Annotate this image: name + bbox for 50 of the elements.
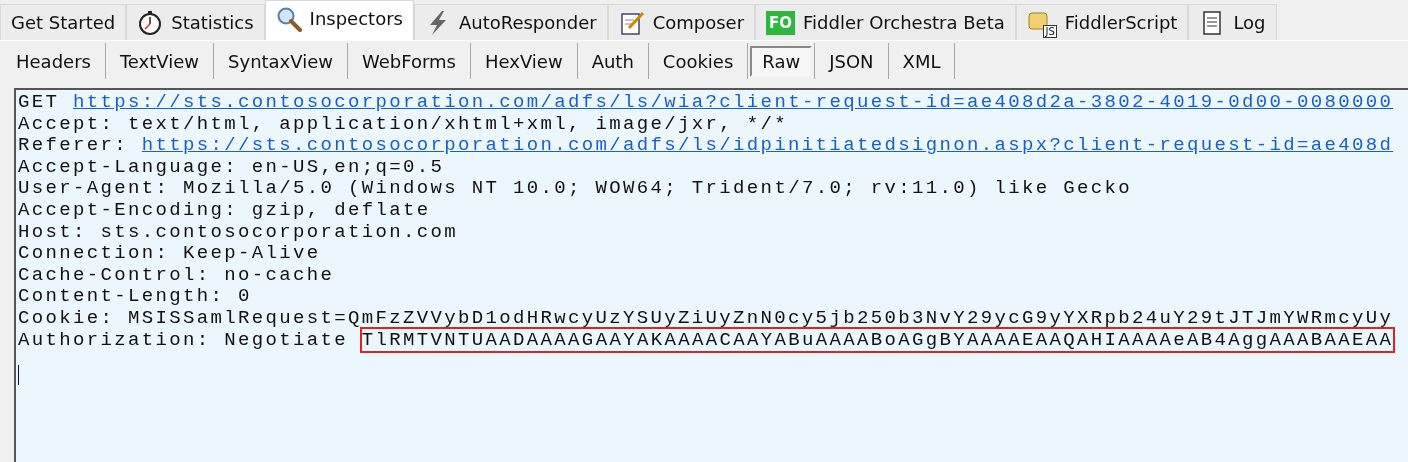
url-link[interactable]: https://sts.contosocorporation.com/adfs/ls/wia?client-request-id=ae408d2a-3802-4019-0d00-0080000 <box>73 91 1394 113</box>
header-name: Cache-Control: <box>18 263 211 286</box>
tab[interactable]: AutoResponder <box>413 4 608 40</box>
header-name: Accept: <box>18 112 115 135</box>
fo-badge: FO <box>766 10 796 35</box>
header-value: Mozilla/5.0 (Windows NT 10.0; WOW64; Trident/7.0; rv:11.0) like Gecko <box>183 177 1132 200</box>
header-name: Referer: <box>18 134 128 157</box>
stopwatch-icon <box>137 9 164 36</box>
highlighted-token: TlRMTVNTUAADAAAAGAAYAKAAAACAAYABuAAAABoAGgBYAAAAEAAQAHIAAAAeAB4AggAAABAAEAA <box>361 328 1394 351</box>
tab[interactable]: FO Fiddler Orchestra Beta <box>755 4 1016 40</box>
tab[interactable]: TextView <box>107 45 212 77</box>
tab[interactable]: Cookies <box>650 45 746 77</box>
magnifier-icon <box>275 5 302 32</box>
tab[interactable]: XML <box>890 45 953 77</box>
tab[interactable]: Raw <box>750 45 813 77</box>
tab[interactable]: Headers <box>4 45 103 77</box>
header-name: User-Agent: <box>18 177 170 200</box>
header-value: en-US,en;q=0.5 <box>251 155 445 178</box>
tab[interactable]: Composer <box>607 4 756 40</box>
tab[interactable]: Get Started <box>0 4 127 40</box>
header-name: Cookie: <box>18 306 115 329</box>
header-value: MSISSamlRequest=QmFzZVVybD1odHRwcyUzYSUyZiUyZnN0cy5jb250b3NvY29ycG9yYXRpb24uY29tJTJmYWRmcyUy <box>128 306 1394 329</box>
header-name: Accept-Encoding: <box>18 198 239 221</box>
tab[interactable]: Log <box>1188 4 1277 40</box>
header-value: no-cache <box>224 263 335 286</box>
header-value: Negotiate <box>224 328 349 351</box>
header-value: Keep-Alive <box>183 242 321 265</box>
tab[interactable]: SyntaxView <box>216 45 345 77</box>
tab[interactable]: Statistics <box>126 4 265 40</box>
header-name: Accept-Language: <box>18 155 239 178</box>
tab[interactable]: JSON <box>817 45 886 77</box>
header-value: text/html, application/xhtml+xml, image/jxr, */* <box>128 112 789 135</box>
tab[interactable]: HexView <box>472 45 575 77</box>
notepad-pencil-icon <box>618 9 645 36</box>
tab[interactable]: Inspectors <box>264 0 414 40</box>
header-name: Authorization: <box>18 328 211 351</box>
header-name: Connection: <box>18 242 170 265</box>
request-text-area[interactable] <box>14 88 1408 462</box>
header-value: 0 <box>238 285 252 308</box>
tab[interactable]: JS FiddlerScript <box>1015 4 1189 40</box>
js-label: JS <box>1043 24 1057 38</box>
header-name: Host: <box>18 220 87 243</box>
header-name: Content-Length: <box>18 285 225 308</box>
text-cursor <box>18 365 19 386</box>
tab[interactable]: Auth <box>579 45 646 77</box>
header-value: gzip, deflate <box>251 198 431 221</box>
tab[interactable]: WebForms <box>350 45 468 77</box>
header-name: GET <box>18 91 60 113</box>
url-link[interactable]: https://sts.contosocorporation.com/adfs/ls/idpinitiatedsignon.aspx?client-request-id=ae408d <box>141 134 1394 157</box>
header-value: sts.contosocorporation.com <box>100 220 459 243</box>
